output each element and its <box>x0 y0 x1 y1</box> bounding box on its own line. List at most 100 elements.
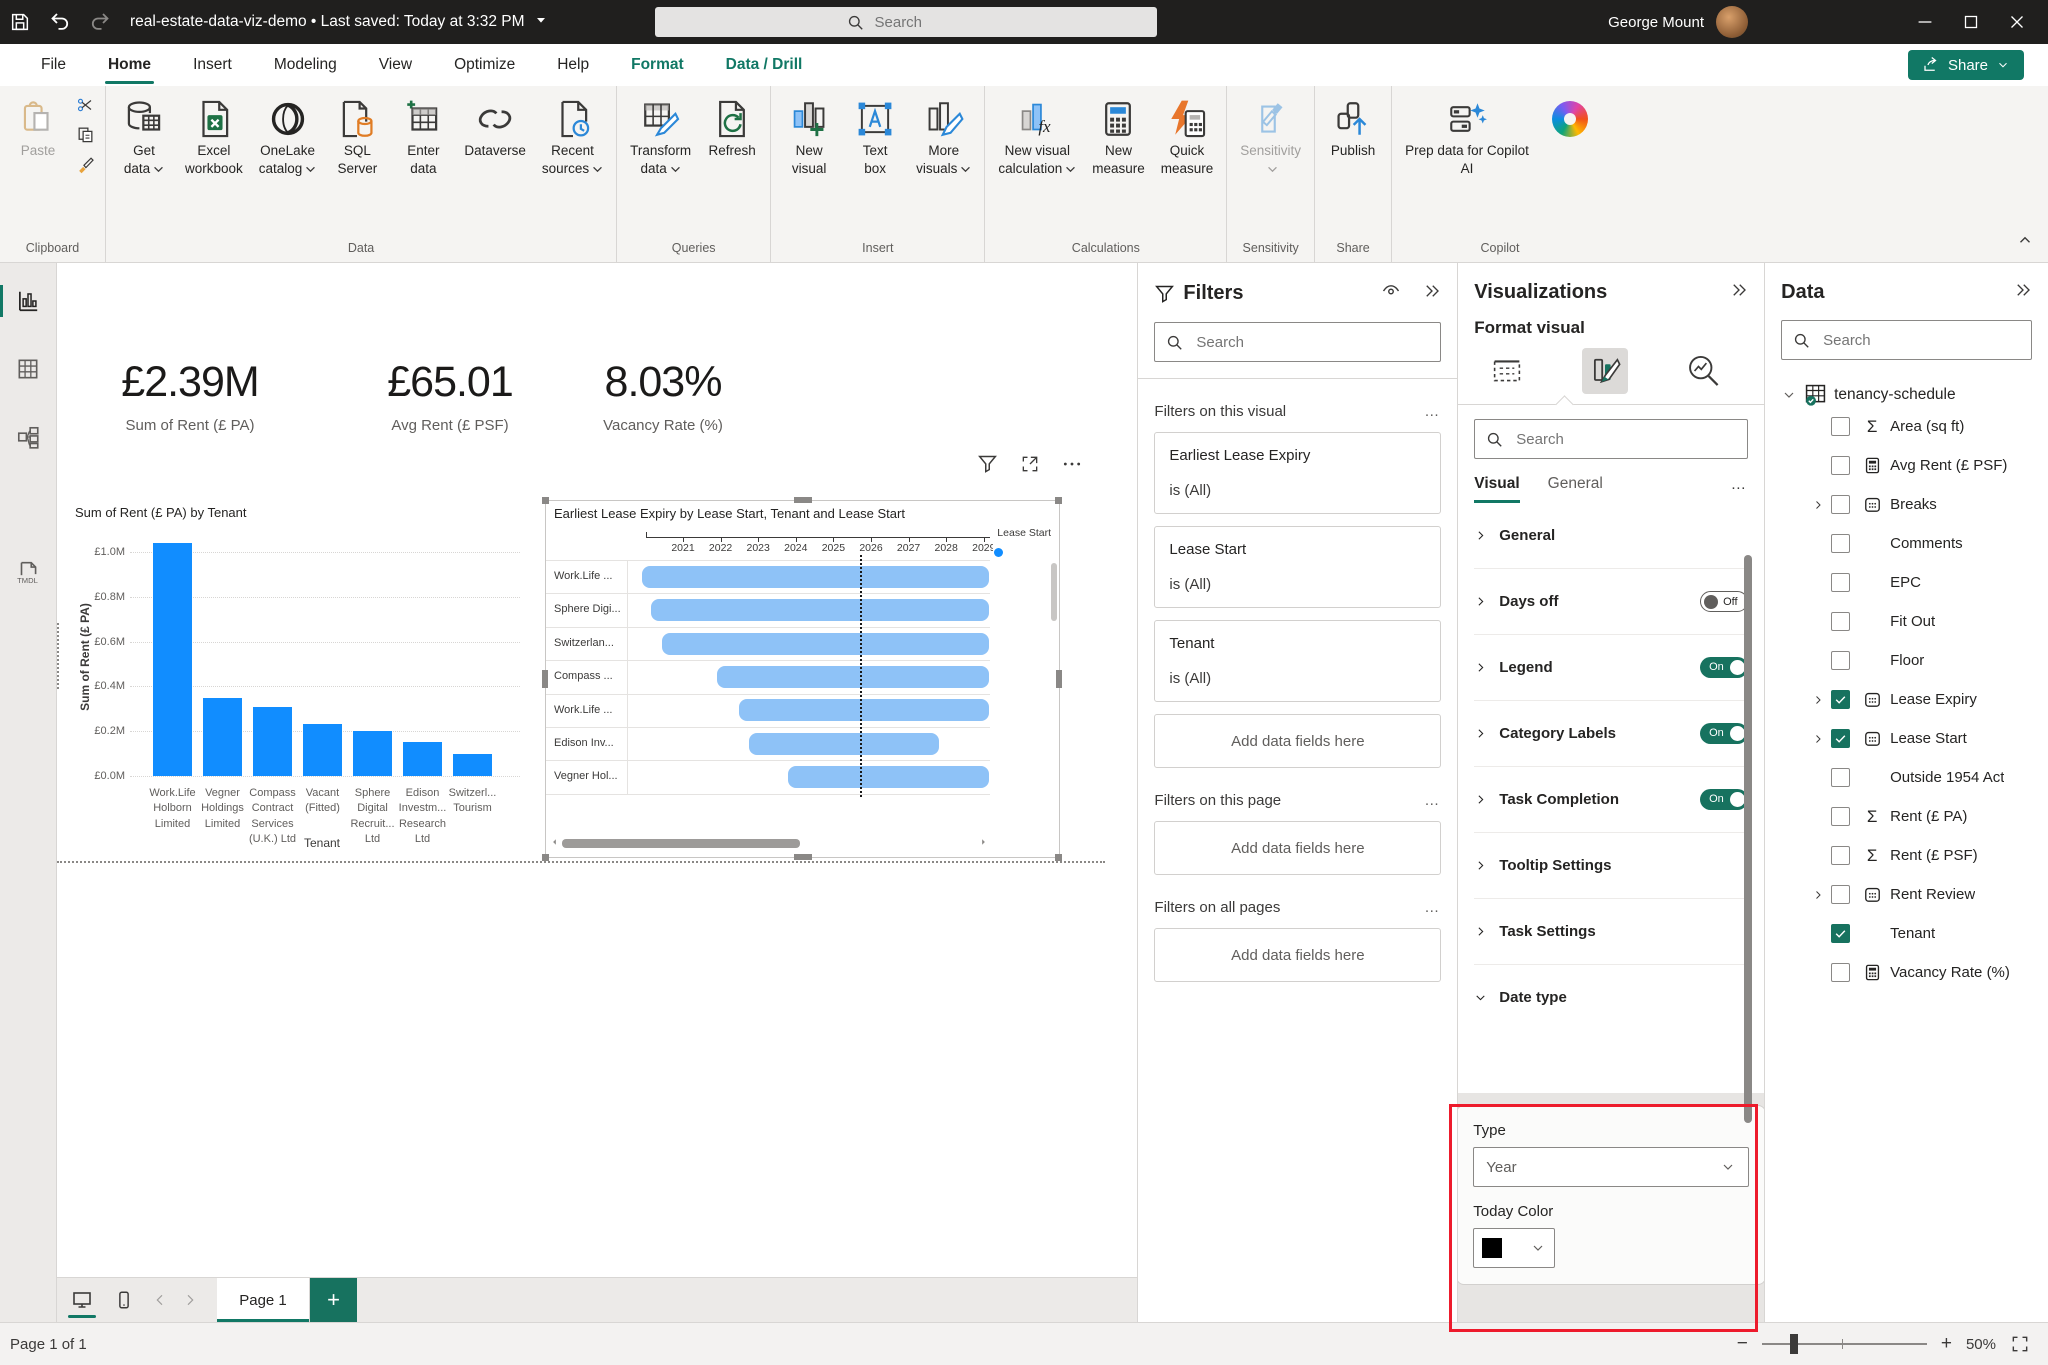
sidebar-item-dax-query-view[interactable] <box>0 485 57 525</box>
account-area[interactable]: George Mount <box>1608 6 1748 38</box>
sidebar-item-report-view[interactable] <box>0 281 57 321</box>
recent-sources-button[interactable]: Recentsources <box>535 92 610 181</box>
onelake-catalog-button[interactable]: OneLakecatalog <box>252 92 324 181</box>
collapse-pane-icon[interactable] <box>1730 281 1748 304</box>
selection-handle[interactable] <box>794 497 812 503</box>
toggle-category-labels[interactable]: On <box>1700 723 1748 744</box>
format-section-tooltip-settings[interactable]: Tooltip Settings <box>1474 832 1748 898</box>
mobile-layout-icon[interactable] <box>103 1278 145 1322</box>
field-rent-pa[interactable]: ΣRent (£ PA) <box>1781 797 2032 836</box>
copy-button[interactable] <box>76 125 95 149</box>
more-options-icon[interactable] <box>1062 453 1082 474</box>
kpi-card-vacancy-rate[interactable]: 8.03%Vacancy Rate (%) <box>553 358 773 434</box>
report-canvas[interactable]: £2.39MSum of Rent (£ PA)£65.01Avg Rent (… <box>57 263 1137 1277</box>
checkbox-fit-out[interactable] <box>1831 612 1850 631</box>
transform-data-button[interactable]: Transformdata <box>623 92 698 181</box>
filter-card-earliest-lease-expiry[interactable]: Earliest Lease Expiryis (All) <box>1154 432 1441 514</box>
focus-mode-icon[interactable] <box>1020 453 1040 474</box>
menu-file[interactable]: File <box>20 44 87 86</box>
eye-icon[interactable] <box>1381 281 1401 306</box>
filters-search-input[interactable] <box>1194 333 1430 352</box>
selection-handle[interactable] <box>1055 854 1062 861</box>
field-epc[interactable]: EPC <box>1781 563 2032 602</box>
undo-icon[interactable] <box>40 0 80 44</box>
zoom-slider[interactable] <box>1762 1343 1927 1345</box>
bar[interactable] <box>203 698 242 776</box>
chevron-right-icon[interactable] <box>1812 694 1824 706</box>
field-area-sq-ft[interactable]: ΣArea (sq ft) <box>1781 407 2032 446</box>
zoom-slider-thumb[interactable] <box>1790 1334 1798 1354</box>
selection-handle[interactable] <box>542 497 549 504</box>
selection-handle[interactable] <box>1055 497 1062 504</box>
text-box-button[interactable]: Textbox <box>843 92 907 181</box>
today-color-dropdown[interactable] <box>1473 1228 1555 1268</box>
dataverse-button[interactable]: Dataverse <box>457 92 533 164</box>
checkbox-outside-1954-act[interactable] <box>1831 768 1850 787</box>
viz-pane-scrollbar[interactable] <box>1744 555 1752 1123</box>
add-data-fields-dropzone[interactable]: Add data fields here <box>1154 714 1441 768</box>
add-page-button[interactable]: + <box>310 1278 357 1322</box>
share-button[interactable]: Share <box>1908 50 2024 80</box>
get-data-button[interactable]: Getdata <box>112 92 176 181</box>
sidebar-item-tmdl-view[interactable]: TMDL <box>0 553 57 593</box>
title-dropdown-icon[interactable] <box>533 12 549 33</box>
prev-page-icon[interactable] <box>145 1278 175 1322</box>
checkbox-tenant[interactable] <box>1831 924 1850 943</box>
global-search[interactable] <box>655 7 1157 37</box>
field-avg-rent-psf[interactable]: Avg Rent (£ PSF) <box>1781 446 2032 485</box>
field-rent-psf[interactable]: ΣRent (£ PSF) <box>1781 836 2032 875</box>
gantt-bar[interactable] <box>739 699 989 721</box>
copilot-button[interactable] <box>1538 92 1602 146</box>
desktop-layout-icon[interactable] <box>61 1278 103 1322</box>
viz-search-input[interactable] <box>1514 430 1737 449</box>
field-lease-expiry[interactable]: Lease Expiry <box>1781 680 2032 719</box>
filters-search[interactable] <box>1154 322 1441 362</box>
save-icon[interactable] <box>0 0 40 44</box>
prep-data-for-copilot-ai-button[interactable]: Prep data for CopilotAI <box>1398 92 1536 181</box>
checkbox-rent-psf[interactable] <box>1831 846 1850 865</box>
add-data-fields-dropzone[interactable]: Add data fields here <box>1154 928 1441 982</box>
scroll-right-icon[interactable] <box>978 837 988 847</box>
field-lease-start[interactable]: Lease Start <box>1781 719 2032 758</box>
field-comments[interactable]: Comments <box>1781 524 2032 563</box>
collapse-pane-icon[interactable] <box>1423 282 1441 305</box>
viz-search[interactable] <box>1474 419 1748 459</box>
format-visual-icon[interactable] <box>1582 348 1628 394</box>
scissors-button[interactable] <box>76 96 95 119</box>
field-vacancy-rate[interactable]: Vacancy Rate (%) <box>1781 953 2032 992</box>
minimize-button[interactable] <box>1902 0 1948 44</box>
checkbox-lease-start[interactable] <box>1831 729 1850 748</box>
bar[interactable] <box>403 742 442 776</box>
menu-home[interactable]: Home <box>87 44 172 86</box>
tab-general[interactable]: General <box>1548 475 1603 503</box>
collapse-pane-icon[interactable] <box>2014 281 2032 304</box>
chevron-down-icon[interactable] <box>1781 387 1797 403</box>
checkbox-lease-expiry[interactable] <box>1831 690 1850 709</box>
menu-optimize[interactable]: Optimize <box>433 44 536 86</box>
menu-modeling[interactable]: Modeling <box>253 44 358 86</box>
gantt-h-scrollbar[interactable] <box>562 839 800 848</box>
filter-card-tenant[interactable]: Tenantis (All) <box>1154 620 1441 702</box>
gantt-bar[interactable] <box>717 666 990 688</box>
filter-icon[interactable] <box>977 453 998 474</box>
menu-data-drill[interactable]: Data / Drill <box>705 44 824 86</box>
checkbox-rent-review[interactable] <box>1831 885 1850 904</box>
gantt-v-scrollbar[interactable] <box>1051 563 1057 621</box>
menu-help[interactable]: Help <box>536 44 610 86</box>
collapse-ribbon-icon[interactable] <box>2016 231 2034 254</box>
checkbox-epc[interactable] <box>1831 573 1850 592</box>
chevron-right-icon[interactable] <box>1812 889 1824 901</box>
table-node-tenancy-schedule[interactable]: tenancy-schedule <box>1781 382 2032 407</box>
checkbox-area-sq-ft[interactable] <box>1831 417 1850 436</box>
filter-card-lease-start[interactable]: Lease Startis (All) <box>1154 526 1441 608</box>
gantt-chart-visual[interactable]: Earliest Lease Expiry by Lease Start, Te… <box>545 500 1060 858</box>
add-data-fields-dropzone[interactable]: Add data fields here <box>1154 821 1441 875</box>
data-search[interactable] <box>1781 320 2032 360</box>
checkbox-vacancy-rate[interactable] <box>1831 963 1850 982</box>
sidebar-item-table-view[interactable] <box>0 349 57 389</box>
scroll-left-icon[interactable] <box>550 837 560 847</box>
field-breaks[interactable]: Breaks <box>1781 485 2032 524</box>
menu-insert[interactable]: Insert <box>172 44 253 86</box>
zoom-in-button[interactable]: + <box>1941 1333 1952 1355</box>
format-section-general[interactable]: General <box>1474 503 1748 568</box>
